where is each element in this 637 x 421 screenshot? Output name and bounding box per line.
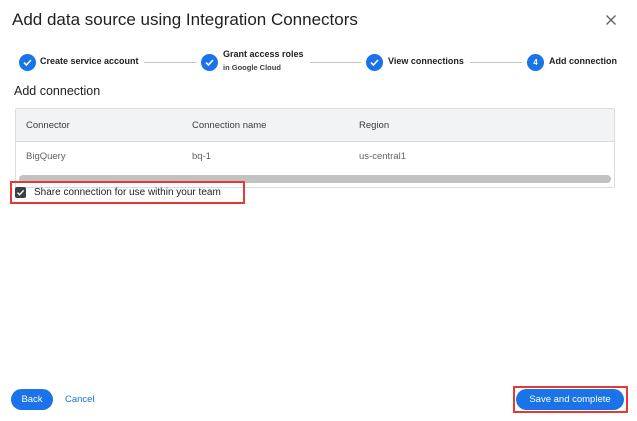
share-connection-label[interactable]: Share connection for use within your tea…	[34, 187, 221, 198]
cell-region: us-central1	[359, 151, 406, 162]
table-header: Connector Connection name Region	[16, 109, 614, 142]
step-connector	[310, 62, 361, 63]
save-and-complete-button[interactable]: Save and complete	[516, 389, 624, 410]
step-2-sublabel: in Google Cloud	[223, 63, 281, 72]
step-1-label: Create service account	[40, 56, 139, 66]
step-connector	[470, 62, 522, 63]
checkbox-checked-icon[interactable]	[15, 187, 26, 198]
cell-connection-name: bq-1	[192, 151, 212, 162]
column-header-connector: Connector	[26, 120, 70, 131]
step-4-number: 4	[527, 54, 544, 71]
cancel-button[interactable]: Cancel	[65, 394, 95, 405]
cell-connector: BigQuery	[26, 151, 66, 162]
dialog-title: Add data source using Integration Connec…	[12, 10, 358, 29]
step-3-check-icon	[366, 54, 383, 71]
column-header-region: Region	[359, 120, 390, 131]
step-connector	[144, 62, 196, 63]
step-4-number-text: 4	[533, 58, 538, 67]
stepper: Create service account Grant access role…	[0, 46, 637, 80]
share-connection-option[interactable]: Share connection for use within your tea…	[10, 181, 245, 204]
step-3-label: View connections	[388, 56, 464, 66]
step-4-label: Add connection	[549, 56, 617, 66]
section-title: Add connection	[14, 84, 101, 98]
back-button[interactable]: Back	[11, 389, 53, 410]
column-header-connection-name: Connection name	[192, 120, 267, 131]
step-2-label: Grant access roles	[223, 49, 304, 59]
close-icon[interactable]	[603, 12, 619, 28]
connections-table: Connector Connection name Region BigQuer…	[15, 108, 615, 188]
step-1-check-icon	[19, 54, 36, 71]
step-2-check-icon	[201, 54, 218, 71]
